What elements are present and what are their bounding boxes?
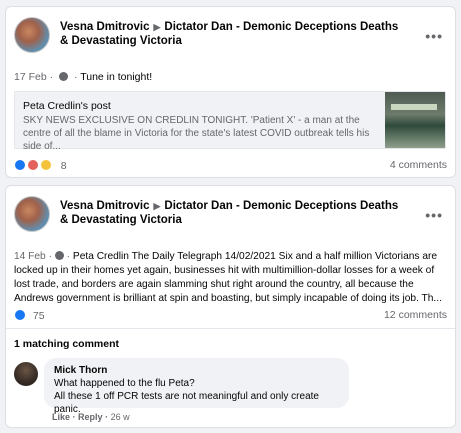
more-options-icon[interactable]: ••• [425, 28, 443, 44]
avatar[interactable] [14, 17, 50, 53]
reply-link[interactable]: Reply [78, 412, 103, 422]
like-reaction-icon [14, 159, 26, 171]
shared-post-desc: SKY NEWS EXCLUSIVE ON CREDLIN TONIGHT. '… [23, 115, 370, 152]
post-date[interactable]: 17 Feb [14, 71, 47, 83]
post-meta: 17 Feb · · Tune in tonight! [14, 71, 152, 83]
shared-post-thumbnail[interactable] [385, 92, 445, 148]
author-line: Vesna Dmitrovic ▶ Dictator Dan - Demonic D… [60, 199, 400, 227]
post-text: Tune in tonight! [80, 71, 153, 83]
post-date[interactable]: 14 Feb [14, 251, 46, 262]
shared-post[interactable]: Peta Credlin's post SKY NEWS EXCLUSIVE O… [14, 91, 446, 152]
author-name[interactable]: Vesna Dmitrovic [60, 21, 149, 33]
separator: · [49, 71, 54, 83]
like-reaction-icon [14, 309, 26, 321]
reaction-count: 8 [60, 160, 67, 172]
globe-icon [59, 72, 69, 81]
more-options-icon[interactable]: ••• [425, 207, 443, 223]
post-body: 14 Feb · · Peta Credlin The Daily Telegr… [14, 250, 446, 306]
author-line: Vesna Dmitrovic ▶ Dictator Dan - Demonic D… [60, 20, 400, 48]
comment-bubble: Mick Thorn What happened to the flu Peta… [44, 358, 349, 415]
shared-post-title: Peta Credlin's post [23, 100, 111, 112]
separator: · [105, 412, 109, 422]
angry-reaction-icon [26, 159, 39, 171]
separator: · [73, 71, 78, 83]
comment-text-line: What happened to the flu Peta? [54, 378, 195, 389]
separator: · [48, 251, 52, 262]
comments-count[interactable]: 12 comments [384, 309, 447, 321]
globe-icon [54, 251, 64, 260]
matching-comments-label: 1 matching comment [14, 338, 120, 350]
arrow-right-icon: ▶ [153, 201, 161, 211]
thumbnail-sign [391, 104, 437, 110]
post-header: Vesna Dmitrovic ▶ Dictator Dan - Demonic D… [14, 194, 447, 238]
avatar[interactable] [14, 196, 50, 232]
post-card: Vesna Dmitrovic ▶ Dictator Dan - Demonic D… [5, 6, 456, 178]
author-name[interactable]: Vesna Dmitrovic [60, 200, 149, 212]
commenter-name[interactable]: Mick Thorn [54, 364, 339, 377]
arrow-right-icon: ▶ [153, 22, 161, 32]
reaction-count: 75 [32, 310, 45, 322]
comment-actions: Like · Reply · 26 w [52, 412, 130, 422]
divider [6, 328, 455, 329]
post-card: Vesna Dmitrovic ▶ Dictator Dan - Demonic D… [5, 185, 456, 428]
reactions[interactable]: 8 [14, 159, 67, 172]
comments-count[interactable]: 4 comments [390, 159, 447, 171]
reactions[interactable]: 75 [14, 309, 45, 322]
like-link[interactable]: Like [52, 412, 70, 422]
commenter-avatar[interactable] [14, 362, 38, 386]
sad-reaction-icon [39, 159, 52, 171]
post-text: Peta Credlin The Daily Telegraph 14/02/2… [14, 251, 442, 304]
separator: · [72, 412, 76, 422]
separator: · [66, 251, 71, 262]
post-header: Vesna Dmitrovic ▶ Dictator Dan - Demonic D… [14, 15, 447, 59]
comment-time[interactable]: 26 w [111, 412, 130, 422]
